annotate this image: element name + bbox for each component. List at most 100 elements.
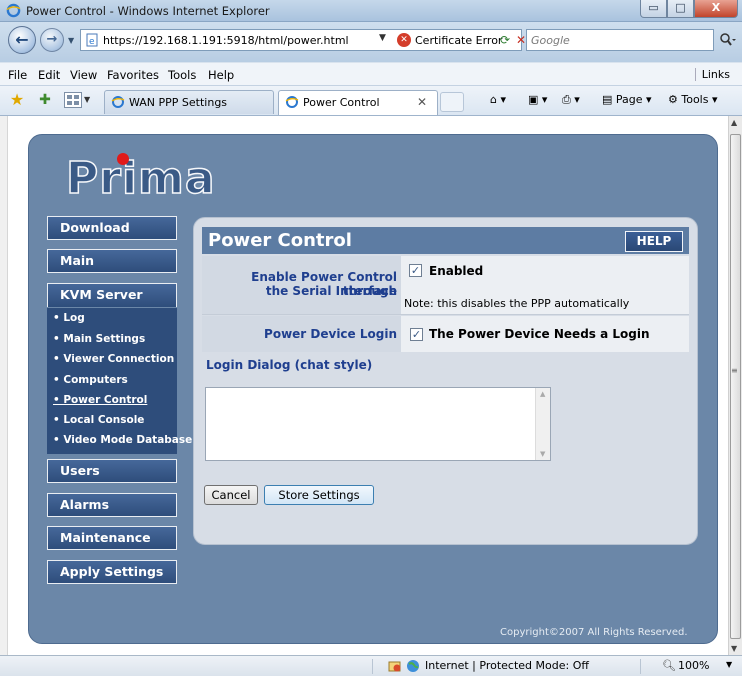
scroll-up-icon[interactable]: ▲ [540,390,545,398]
power-device-login-checkbox[interactable]: ✓ [410,328,423,341]
power-device-login-label: Power Device Login [264,327,397,341]
page-menu-label: Page [615,93,643,106]
window-left-edge [0,116,8,655]
tools-menu-button[interactable]: ⚙ Tools ▾ [668,93,718,106]
internet-zone-icon [407,660,419,672]
page-menu-button[interactable]: ▤ Page ▾ [602,93,652,106]
submenu-viewer-connection[interactable]: • Viewer Connection [53,353,174,365]
certificate-error-label[interactable]: Certificate Error [415,34,502,47]
nav-apply-settings[interactable]: Apply Settings [47,560,177,584]
zoom-dropdown-icon[interactable]: ▼ [726,660,732,669]
submenu-power-control[interactable]: • Power Control [53,394,147,406]
home-icon[interactable]: ⌂ ▾ [490,93,506,106]
address-dropdown-icon[interactable]: ▼ [379,33,386,43]
copyright-text: Copyright©2007 All Rights Reserved. [500,627,688,638]
menu-edit[interactable]: Edit [38,68,60,82]
ppp-note: Note: this disables the PPP automaticall… [404,297,630,310]
menu-bar: File Edit View Favorites Tools Help Link… [0,62,742,86]
address-toolbar: ← → ▼ e https://192.168.1.191:5918/html/… [0,22,742,62]
scroll-down-icon[interactable]: ▼ [540,450,545,458]
search-placeholder: Google [531,34,570,47]
minimize-button[interactable]: ▭ [640,0,667,18]
nav-maintenance[interactable]: Maintenance [47,526,177,550]
tab-power-control[interactable]: Power Control ✕ [278,90,438,115]
new-tab-button[interactable] [440,92,464,112]
row-divider [202,314,689,315]
logo-dot-icon [117,153,129,165]
window-titlebar: Power Control - Windows Internet Explore… [0,0,742,22]
textarea-scrollbar[interactable]: ▲ ▼ [535,388,550,460]
login-dialog-field[interactable] [206,388,535,460]
store-settings-button[interactable]: Store Settings [264,485,374,505]
zoom-level[interactable]: 100% [678,659,709,672]
cancel-button[interactable]: Cancel [204,485,258,505]
tools-menu-label: Tools [681,93,709,106]
menu-tools[interactable]: Tools [168,68,196,82]
status-divider [640,659,641,674]
close-window-button[interactable]: X [694,0,738,18]
page-icon: ▤ [602,93,616,106]
kvm-server-submenu: • Log • Main Settings • Viewer Connectio… [47,308,192,454]
menu-view[interactable]: View [70,68,97,82]
help-button[interactable]: HELP [625,231,683,252]
window-title: Power Control - Windows Internet Explore… [26,4,270,18]
tab-list-dropdown[interactable]: ▼ [84,92,94,108]
panel-header: Power Control [202,227,689,254]
nav-download[interactable]: Download [47,216,177,240]
certificate-error-icon[interactable]: ✕ [397,33,411,47]
address-url[interactable]: https://192.168.1.191:5918/html/power.ht… [103,34,349,47]
zoom-icon: 🔍︎ [662,659,676,672]
address-bar[interactable]: e https://192.168.1.191:5918/html/power.… [80,29,526,51]
nav-main[interactable]: Main [47,249,177,273]
status-divider [372,659,373,674]
tab-row: ★ ✚ ▼ WAN PPP Settings Power Control ✕ ⌂… [0,86,742,116]
submenu-video-mode-database[interactable]: • Video Mode Database [53,434,192,446]
forward-arrow-icon: → [46,32,58,47]
forward-button[interactable]: → [40,28,64,52]
close-tab-icon[interactable]: ✕ [417,95,427,109]
search-icon[interactable] [718,32,736,48]
menu-favorites[interactable]: Favorites [107,68,159,82]
recent-pages-dropdown[interactable]: ▼ [68,36,74,45]
favorites-star-icon[interactable]: ★ [8,91,26,109]
protected-mode-icon [388,661,401,672]
back-arrow-icon: ← [15,30,29,49]
logo-text: Prima [65,152,216,205]
back-button[interactable]: ← [8,26,36,54]
tab-wan-ppp-settings[interactable]: WAN PPP Settings [104,90,274,114]
nav-kvm-server[interactable]: KVM Server [47,283,177,307]
page-icon: e [86,33,98,47]
nav-alarms[interactable]: Alarms [47,493,177,517]
login-dialog-textarea[interactable]: ▲ ▼ [205,387,551,461]
enabled-label: Enabled [429,264,484,278]
panel-title: Power Control [208,230,352,251]
links-toolbar[interactable]: Links [694,68,730,81]
add-favorite-icon[interactable]: ✚ [36,91,54,109]
ie-page-icon [285,96,299,108]
maximize-button[interactable]: □ [667,0,694,18]
print-icon[interactable]: ⎙ ▾ [562,93,580,107]
security-zone-label[interactable]: Internet | Protected Mode: Off [425,659,589,672]
quick-tabs-icon[interactable] [64,92,82,108]
feeds-icon[interactable]: ▣ ▾ [528,93,547,106]
enable-power-control-checkbox[interactable]: ✓ [409,264,422,277]
needs-login-label: The Power Device Needs a Login [429,327,650,341]
menu-help[interactable]: Help [208,68,234,82]
enable-power-control-label-line2: the Serial Interface [265,284,397,298]
submenu-computers[interactable]: • Computers [53,374,128,386]
search-input[interactable]: Google [526,29,714,51]
refresh-icon[interactable]: ⟳ [497,32,513,48]
scroll-down-icon[interactable]: ▼ [731,644,737,653]
nav-users[interactable]: Users [47,459,177,483]
status-bar: Internet | Protected Mode: Off 🔍︎ 100% ▼ [0,655,742,676]
menu-file[interactable]: File [8,68,27,82]
submenu-local-console[interactable]: • Local Console [53,414,144,426]
prima-logo: Prima [65,152,216,205]
login-dialog-label: Login Dialog (chat style) [206,358,373,372]
vertical-scrollbar[interactable]: ▲ ≡ ▼ [728,116,742,655]
svg-text:e: e [89,37,95,47]
submenu-main-settings[interactable]: • Main Settings [53,333,145,345]
scroll-up-icon[interactable]: ▲ [731,118,737,127]
submenu-log[interactable]: • Log [53,312,85,324]
scrollbar-thumb[interactable] [730,134,741,639]
